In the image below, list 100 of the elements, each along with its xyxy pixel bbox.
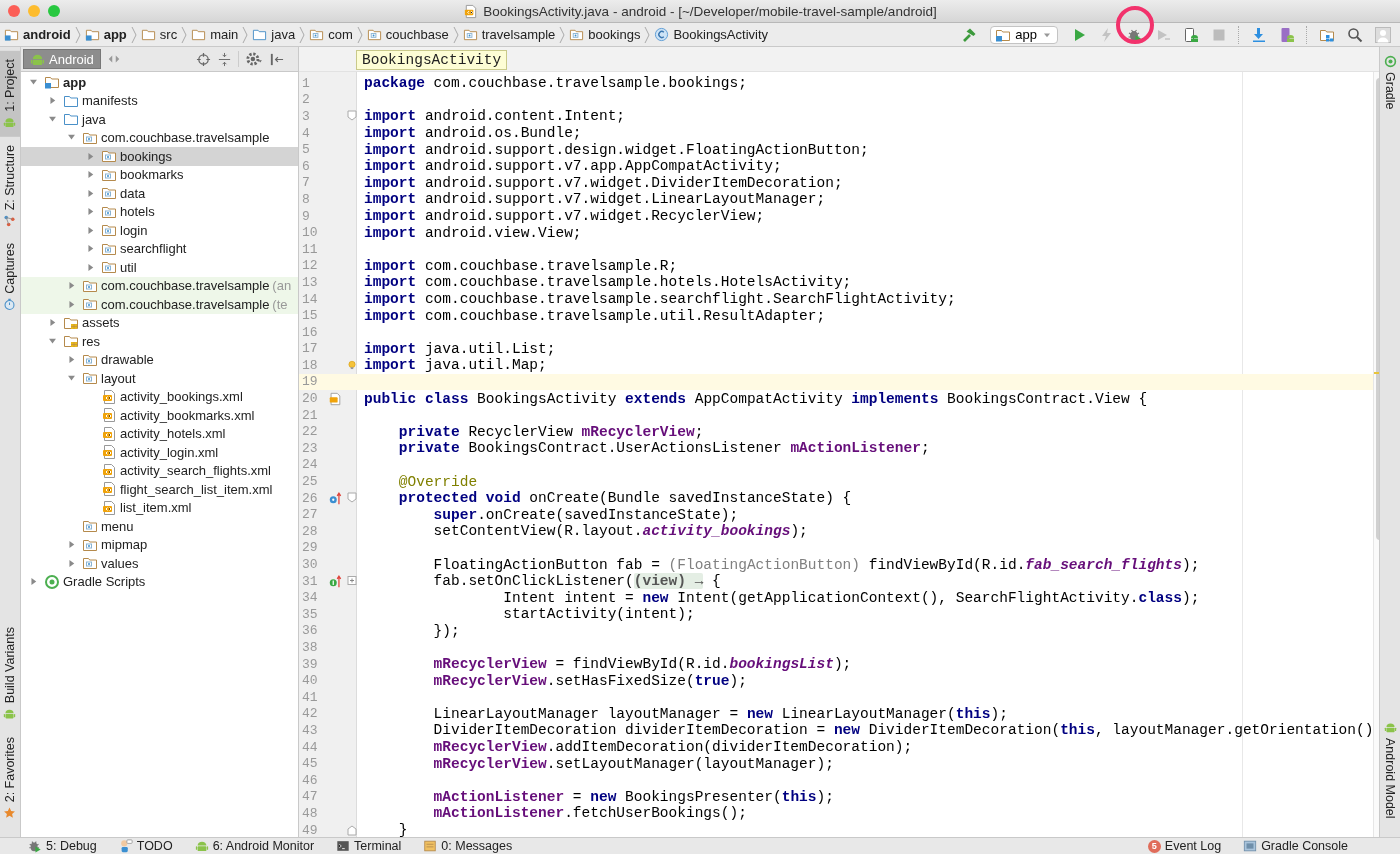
- breadcrumb[interactable]: main: [191, 27, 239, 42]
- expand-fold-icon[interactable]: [347, 575, 357, 588]
- tree-item[interactable]: activity_search_flights.xml: [120, 463, 271, 479]
- code-line: mRecyclerView.setHasFixedSize(true);: [432, 672, 748, 689]
- tree-item[interactable]: com.couchbase.travelsample: [101, 296, 270, 312]
- line-number: 4: [301, 124, 311, 142]
- code-line: }: [397, 821, 409, 837]
- tool-window-button[interactable]: 0: Messages: [423, 839, 513, 853]
- tool-window-tab[interactable]: Android Model: [1380, 713, 1400, 827]
- implement-icon: [328, 574, 342, 589]
- settings-icon: [245, 50, 263, 68]
- tree-item[interactable]: searchflight: [120, 241, 187, 257]
- breadcrumb[interactable]: com: [309, 27, 353, 42]
- tool-window-tab[interactable]: Gradle: [1380, 47, 1400, 118]
- gradle-icon: [1383, 55, 1397, 68]
- tool-window-button[interactable]: Gradle Console: [1243, 839, 1348, 853]
- collapse-all-icon: [217, 51, 232, 67]
- package-icon: [309, 27, 325, 42]
- run-config-dropdown[interactable]: app: [990, 25, 1058, 44]
- breadcrumb[interactable]: java: [252, 27, 296, 42]
- avatar-button[interactable]: [1372, 24, 1394, 45]
- tree-item[interactable]: data: [120, 185, 146, 201]
- package-icon: [101, 148, 117, 165]
- tree-item[interactable]: flight_search_list_item.xml: [120, 481, 273, 497]
- search-icon: [1347, 26, 1363, 43]
- selected-tree-row[interactable]: bookings: [21, 147, 298, 166]
- close-button[interactable]: [8, 5, 20, 17]
- tree-item[interactable]: java: [82, 111, 106, 127]
- line-number: 41: [301, 688, 319, 706]
- tool-window-button[interactable]: Terminal: [336, 839, 402, 853]
- code-line: DividerItemDecoration dividerItemDecoration = new DividerItemDecoration(this, layoutManager.getOrientation(): [432, 722, 1374, 739]
- breadcrumb[interactable]: src: [140, 27, 178, 42]
- tool-window-tab[interactable]: Captures: [0, 235, 20, 319]
- tool-window-tab[interactable]: Z: Structure: [0, 136, 20, 236]
- test-source-row[interactable]: com.couchbase.travelsample (te: [21, 295, 298, 314]
- code-line: FloatingActionButton fab = (FloatingActionButton) findViewById(R.id.fab_search_flights);: [432, 556, 1201, 573]
- tree-item[interactable]: list_item.xml: [120, 500, 192, 516]
- xml-file-icon: [101, 388, 117, 405]
- tree-item[interactable]: com.couchbase.travelsample: [101, 278, 270, 294]
- line-number: 14: [301, 290, 319, 308]
- package-icon: [366, 27, 382, 42]
- tree-item[interactable]: menu: [101, 518, 134, 534]
- xml-layout-icon: [328, 391, 342, 406]
- fold-icon[interactable]: [347, 492, 357, 505]
- line-number: 13: [301, 274, 319, 291]
- tree-item[interactable]: login: [120, 222, 148, 238]
- tree-item[interactable]: app: [63, 74, 87, 90]
- breadcrumb[interactable]: BookingsActivity: [654, 27, 769, 42]
- tool-window-tab[interactable]: Build Variants: [0, 619, 20, 729]
- tool-window-button[interactable]: TODO: [118, 839, 173, 853]
- line-number: 17: [301, 340, 319, 358]
- messages-icon: [423, 839, 438, 853]
- tree-item[interactable]: activity_bookings.xml: [120, 389, 243, 405]
- code-line: import com.couchbase.travelsample.searchflight.SearchFlightActivity;: [364, 290, 957, 308]
- xml-file-icon: [101, 499, 117, 516]
- code-line: @Override: [397, 473, 479, 490]
- tree-item[interactable]: bookings: [120, 148, 173, 164]
- tree-item[interactable]: bookmarks: [120, 167, 184, 183]
- breadcrumb[interactable]: travelsample: [462, 27, 556, 42]
- tree-item[interactable]: layout: [101, 370, 136, 386]
- tree-item[interactable]: activity_login.xml: [120, 444, 219, 460]
- tree-item[interactable]: drawable: [101, 352, 154, 368]
- tree-item[interactable]: mipmap: [101, 537, 148, 553]
- tree-item[interactable]: assets: [82, 315, 120, 331]
- fold-icon[interactable]: [347, 824, 357, 836]
- tree-item[interactable]: util: [120, 259, 137, 275]
- code-editor[interactable]: [299, 72, 1374, 837]
- tool-window-button[interactable]: 5: Debug: [28, 839, 97, 853]
- line-number: 39: [301, 655, 319, 673]
- fold-icon[interactable]: [347, 110, 357, 123]
- tree-item[interactable]: com.couchbase.travelsample: [101, 130, 270, 146]
- code-line: import android.view.View;: [364, 224, 583, 241]
- line-number: 8: [301, 191, 311, 208]
- code-line: public class BookingsActivity extends AppCompatActivity implements BookingsContract.View {: [364, 390, 1149, 407]
- code-line: package com.couchbase.travelsample.bookings;: [364, 75, 748, 92]
- test-source-row[interactable]: com.couchbase.travelsample (an: [21, 276, 298, 295]
- code-line: startActivity(intent);: [502, 606, 696, 623]
- breadcrumb[interactable]: app: [84, 27, 127, 42]
- tree-item[interactable]: hotels: [120, 204, 155, 220]
- tree-item[interactable]: manifests: [82, 93, 138, 109]
- line-number: 30: [301, 556, 319, 573]
- tree-item[interactable]: res: [82, 333, 101, 349]
- breadcrumb[interactable]: android: [4, 27, 71, 42]
- xml-file-icon: [101, 462, 117, 479]
- tree-item[interactable]: values: [101, 555, 139, 571]
- tree-item[interactable]: activity_bookmarks.xml: [120, 407, 255, 423]
- java-file-icon: [463, 3, 479, 19]
- tree-item[interactable]: activity_hotels.xml: [120, 426, 226, 442]
- code-line: mActionListener.fetchUserBookings();: [432, 805, 748, 822]
- tool-window-button[interactable]: 5 Event Log: [1147, 839, 1222, 853]
- breadcrumb[interactable]: bookings: [569, 27, 641, 42]
- star-icon: [3, 806, 17, 819]
- line-number: 11: [301, 240, 319, 258]
- breadcrumb[interactable]: couchbase: [366, 27, 449, 42]
- hide-panel-icon: [269, 51, 284, 67]
- zoom-button[interactable]: [48, 5, 60, 17]
- tool-window-tab[interactable]: 2: Favorites: [0, 728, 20, 827]
- tree-item[interactable]: Gradle Scripts: [63, 574, 146, 590]
- tool-window-button[interactable]: 6: Android Monitor: [194, 839, 315, 853]
- tool-window-tab[interactable]: 1: Project: [0, 51, 20, 137]
